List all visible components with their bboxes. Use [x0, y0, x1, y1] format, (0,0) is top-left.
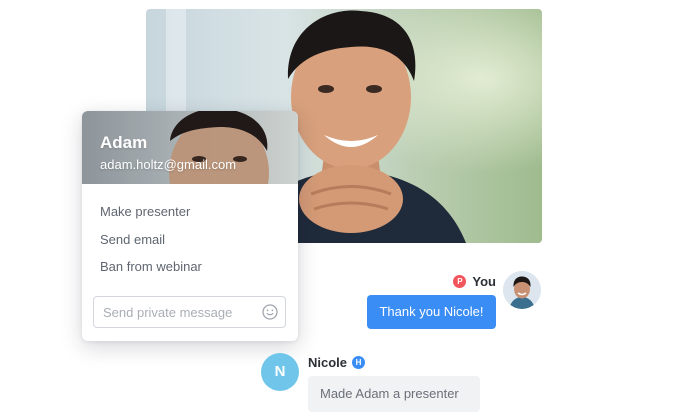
- profile-card-header: Adam adam.holtz@gmail.com: [82, 111, 298, 184]
- participant-profile-card: Adam adam.holtz@gmail.com Make presenter…: [82, 111, 298, 341]
- nicole-avatar: N: [261, 353, 299, 391]
- ban-from-webinar-menu-item[interactable]: Ban from webinar: [82, 253, 298, 281]
- you-message-bubble: Thank you Nicole!: [367, 295, 496, 329]
- presenter-badge: P: [453, 275, 467, 288]
- make-presenter-menu-item[interactable]: Make presenter: [82, 198, 298, 226]
- you-avatar-image: [503, 271, 541, 309]
- participant-name: Adam: [100, 133, 148, 152]
- you-avatar: [503, 271, 541, 309]
- you-sender-label: You: [472, 274, 496, 289]
- nicole-message-bubble: Made Adam a presenter: [308, 376, 480, 412]
- nicole-message-header: Nicole H: [308, 355, 366, 370]
- participant-actions-menu: Make presenter Send email Ban from webin…: [82, 184, 298, 281]
- send-email-menu-item[interactable]: Send email: [82, 226, 298, 254]
- private-message-field: [93, 296, 286, 328]
- nicole-sender-label: Nicole: [308, 355, 348, 370]
- emoji-icon[interactable]: [262, 304, 278, 320]
- private-message-input[interactable]: [94, 297, 254, 327]
- you-message-header: P You: [453, 274, 496, 289]
- participant-email: adam.holtz@gmail.com: [100, 157, 237, 172]
- host-badge: H: [352, 356, 366, 369]
